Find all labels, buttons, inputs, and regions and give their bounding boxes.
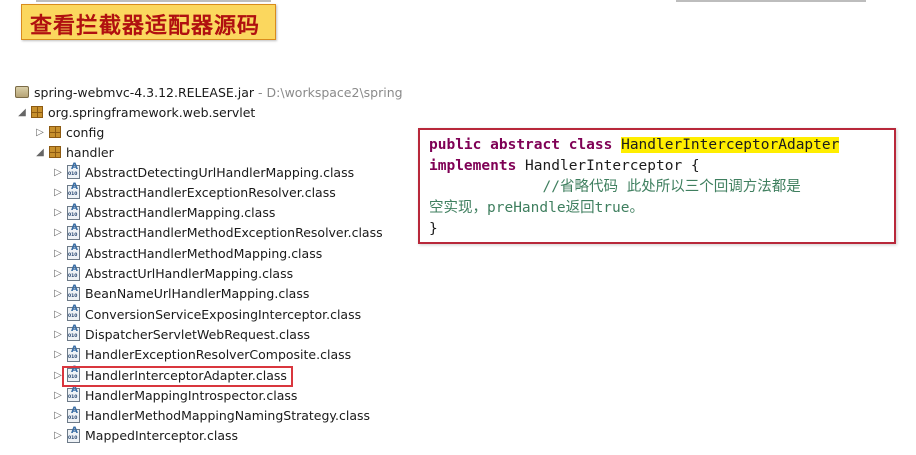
code-keyword: implements	[429, 158, 517, 174]
code-class-name: HandlerInterceptorAdapter	[621, 137, 840, 153]
code-open-brace: {	[690, 158, 700, 174]
code-comment-indent	[429, 179, 543, 195]
class-label: HandlerMappingIntrospector.class	[85, 387, 298, 403]
tree-item-class[interactable]: ▷ A 010 ConversionServiceExposingIntercepto…	[52, 304, 361, 324]
class-label: AbstractHandlerExceptionResolver.class	[85, 184, 336, 200]
collapsed-arrow-icon[interactable]: ▷	[52, 187, 64, 198]
class-file-icon: A 010	[67, 183, 80, 200]
tree-item-package[interactable]: ◢ org.springframework.web.servlet	[16, 102, 255, 122]
page-title: 查看拦截器适配器源码	[30, 13, 261, 39]
collapsed-arrow-icon[interactable]: ▷	[52, 227, 64, 238]
collapsed-arrow-icon[interactable]: ▷	[52, 207, 64, 218]
package-label: org.springframework.web.servlet	[48, 104, 256, 120]
tree-item-class[interactable]: ▷ A 010 AbstractHandlerMethodMapping.class	[52, 243, 322, 263]
class-file-icon: A 010	[67, 163, 80, 179]
code-keyword: abstract	[490, 137, 560, 153]
class-file-icon: A 010	[67, 305, 80, 322]
expanded-arrow-icon[interactable]: ◢	[16, 107, 28, 118]
collapsed-arrow-icon[interactable]: ▷	[52, 430, 64, 441]
collapsed-arrow-icon[interactable]: ▷	[52, 309, 64, 320]
code-close-brace: }	[429, 221, 438, 237]
code-comment: //省略代码 此处所以三个回调方法都是	[542, 179, 801, 195]
class-file-icon: A 010	[67, 264, 80, 281]
tree-item-config[interactable]: ▷ config	[34, 122, 104, 142]
tree-item-class[interactable]: ▷ A 010 DispatcherServletWebRequest.class	[52, 324, 310, 344]
config-label: config	[66, 124, 105, 140]
class-label: AbstractUrlHandlerMapping.class	[85, 266, 294, 281]
class-file-icon: A 010	[67, 244, 80, 261]
tree-item-class[interactable]: ▷ A 010 HandlerMappingIntrospector.class	[52, 385, 297, 405]
title-banner: 查看拦截器适配器源码	[21, 4, 276, 40]
handler-label: handler	[66, 144, 114, 160]
tree-item-class[interactable]: ▷ A 010 MappedInterceptor.class	[52, 426, 238, 446]
class-file-icon: A 010	[67, 223, 80, 240]
tree-item-class[interactable]: ▷ A 010 AbstractHandlerExceptionResolver.cl…	[52, 182, 336, 202]
code-interface-name: HandlerInterceptor	[525, 158, 683, 174]
collapsed-arrow-icon[interactable]: ▷	[52, 390, 64, 401]
jar-icon	[15, 86, 29, 98]
tree-item-handler[interactable]: ◢ handler	[34, 142, 114, 162]
tree-item-class[interactable]: ▷ A 010 BeanNameUrlHandlerMapping.class	[52, 284, 309, 304]
tree-item-jar[interactable]: spring-webmvc-4.3.12.RELEASE.jar - D:\wo…	[12, 82, 403, 102]
class-file-icon: A 010	[67, 386, 80, 403]
class-label: AbstractDetectingUrlHandlerMapping.class	[85, 164, 355, 180]
tree-item-class[interactable]: ▷ A 010 AbstractUrlHandlerMapping.class	[52, 264, 293, 284]
package-icon	[49, 126, 61, 138]
tree-item-class[interactable]: ▷ A 010 HandlerExceptionResolverComposite.c…	[52, 345, 351, 365]
class-file-icon: A 010	[67, 406, 80, 423]
tree-item-class[interactable]: ▷ A 010 AbstractDetectingUrlHandlerMapping.…	[52, 162, 354, 182]
collapsed-arrow-icon[interactable]: ▷	[52, 248, 64, 259]
class-label: BeanNameUrlHandlerMapping.class	[85, 286, 310, 302]
class-file-icon: A 010	[67, 203, 80, 220]
top-edge-right	[676, 0, 866, 2]
class-label: AbstractHandlerMethodExceptionResolver.c…	[85, 225, 383, 241]
collapsed-arrow-icon[interactable]: ▷	[52, 288, 64, 299]
class-file-icon: A 010	[67, 325, 80, 342]
class-label: HandlerMethodMappingNamingStrategy.class	[85, 408, 371, 424]
collapsed-arrow-icon[interactable]: ▷	[52, 349, 64, 360]
class-file-icon: A 010	[67, 345, 80, 362]
collapsed-arrow-icon[interactable]: ▷	[52, 167, 64, 178]
code-snippet-box: public abstract class HandlerInterceptor…	[418, 128, 896, 244]
class-label: MappedInterceptor.class	[85, 428, 239, 444]
class-label: ConversionServiceExposingInterceptor.cla…	[85, 306, 362, 322]
collapsed-arrow-icon[interactable]: ▷	[52, 329, 64, 340]
class-file-icon: A 010	[67, 426, 80, 443]
selected-class-highlight	[62, 366, 293, 387]
class-label: DispatcherServletWebRequest.class	[85, 326, 310, 342]
code-keyword: public	[429, 137, 482, 153]
tree-item-class[interactable]: ▷ A 010 AbstractHandlerMethodExceptionResol…	[52, 223, 383, 243]
class-label: HandlerExceptionResolverComposite.class	[85, 347, 352, 363]
package-icon	[31, 106, 43, 118]
jar-label: spring-webmvc-4.3.12.RELEASE.jar	[34, 84, 255, 100]
class-label: AbstractHandlerMapping.class	[85, 205, 276, 221]
class-file-icon: A 010	[67, 284, 80, 301]
tree-item-class[interactable]: ▷ A 010 HandlerMethodMappingNamingStrategy.…	[52, 406, 370, 426]
jar-path: - D:\workspace2\spring	[258, 84, 403, 100]
top-edge-left	[36, 0, 271, 2]
code-keyword: class	[568, 137, 613, 153]
class-label: AbstractHandlerMethodMapping.class	[85, 245, 323, 261]
collapsed-arrow-icon[interactable]: ▷	[34, 127, 46, 138]
tree-item-class[interactable]: ▷ A 010 AbstractHandlerMapping.class	[52, 203, 275, 223]
collapsed-arrow-icon[interactable]: ▷	[52, 410, 64, 421]
package-icon	[49, 146, 61, 158]
collapsed-arrow-icon[interactable]: ▷	[52, 268, 64, 279]
expanded-arrow-icon[interactable]: ◢	[34, 147, 46, 158]
code-comment-continued: 空实现，preHandle返回true。	[429, 200, 644, 216]
code-snippet: public abstract class HandlerInterceptor…	[429, 135, 840, 240]
